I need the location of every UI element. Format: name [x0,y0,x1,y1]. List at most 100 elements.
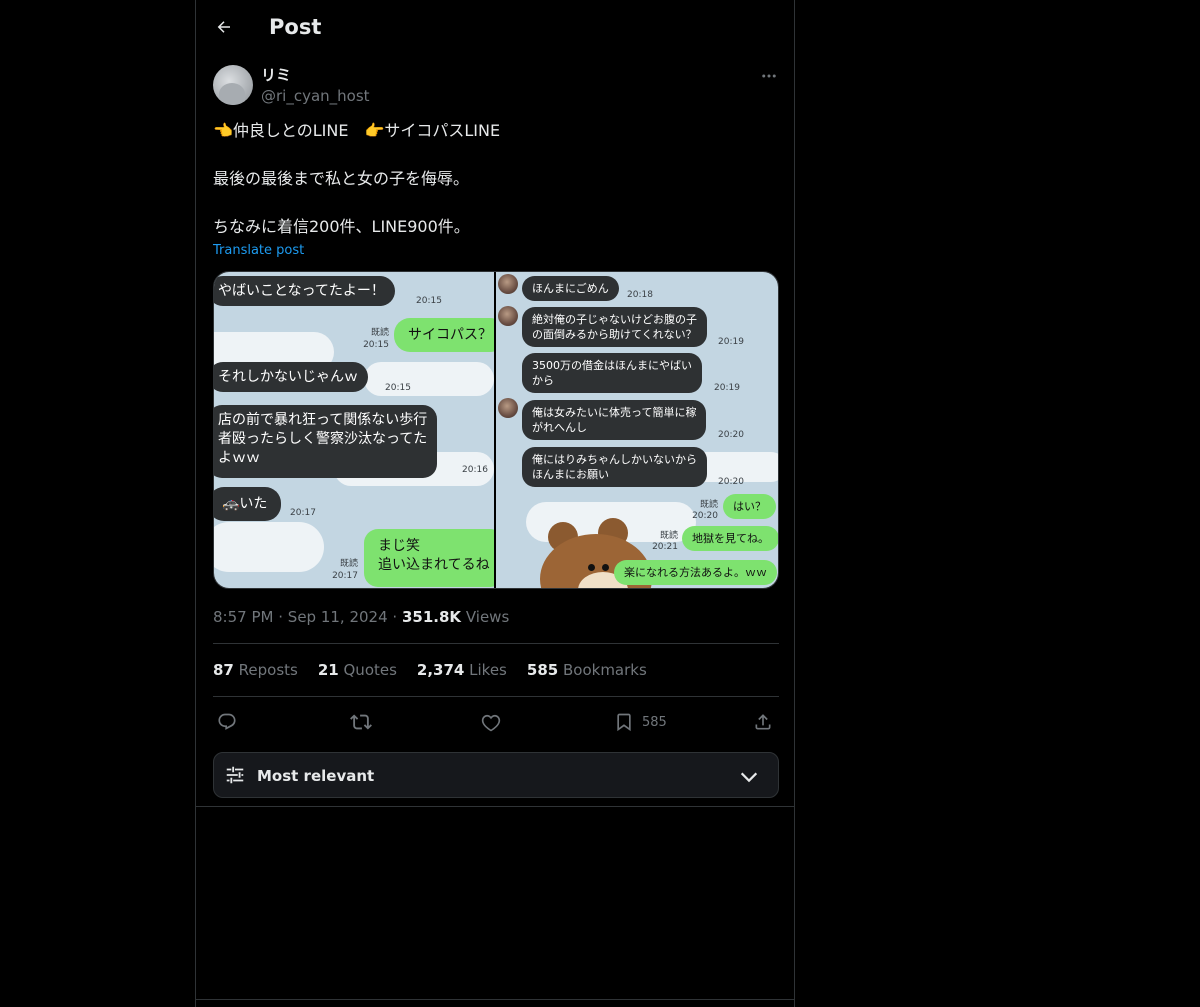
sort-label: Most relevant [257,767,375,785]
chat-bubble: それしかないじゃんｗ [214,362,368,392]
likes-stat[interactable]: 2,374 Likes [417,660,507,680]
chat-line: 3500万の借金はほんまにやばい [532,359,692,372]
likes-count: 2,374 [416,661,465,679]
quotes-label: Quotes [343,661,397,679]
chat-bubble-multiline: 絶対俺の子じゃないけどお腹の子 の面倒みるから助けてくれない？ [522,307,707,347]
arrow-left-icon [217,21,230,33]
reposts-label: Reposts [238,661,298,679]
chat-avatar [498,306,518,326]
post-meta: 8:57 PM · Sep 11, 2024 · 351.8K Views [213,607,509,627]
chat-line: 者殴ったらしく警察沙汰なってた [218,431,428,447]
views-label: Views [465,608,510,626]
avatar[interactable] [213,65,253,105]
post-actions: 585 [213,708,779,736]
bookmarks-count: 585 [526,661,559,679]
chat-time: 20:20 [718,477,744,487]
chat-read: 既読 [339,559,358,569]
chat-bubble: やばいことなってたよー！ [214,276,395,306]
chat-time: 20:17 [332,571,358,581]
divider [196,999,794,1000]
chat-bubble: 地獄を見てね。 [682,526,778,551]
chat-bubble-multiline: 店の前で暴れ狂って関係ない歩行 者殴ったらしく警察沙汰なってた よｗｗ [214,405,438,478]
chat-bubble: サイコパス？ [394,318,494,352]
sliders-icon [226,766,244,784]
chat-line: 俺は女みたいに体売って簡単に稼 [532,406,697,419]
chevron-down-icon [740,772,758,783]
chat-line: 俺にはりみちゃんしかいないから [532,453,697,466]
heart-icon [481,714,501,732]
chat-screenshot-right: ほんまにごめん 20:18 絶対俺の子じゃないけどお腹の子 の面倒みるから助けて… [496,272,778,588]
translate-post-link[interactable]: Translate post [213,242,304,260]
chat-time: 20:20 [718,430,744,440]
chat-avatar [498,398,518,418]
chat-time: 20:20 [692,511,718,521]
author-display-name[interactable]: リミ [261,65,291,85]
background-cloud [214,522,324,572]
chat-read: 既読 [699,500,718,510]
chat-time: 20:15 [363,340,389,350]
chat-line: 追い込まれてるね [378,557,490,573]
page-title: Post [269,15,322,39]
chat-bubble: ほんまにごめん [522,276,619,301]
page-header: Post [196,0,794,54]
chat-avatar [498,274,518,294]
share-icon [755,714,771,730]
author-handle[interactable]: @ri_cyan_host [261,86,370,106]
bookmark-icon [617,713,631,732]
chat-read: 既読 [659,531,678,541]
chat-line: 店の前で暴れ狂って関係ない歩行 [218,412,428,428]
divider [196,806,794,807]
primary-column: Post リミ @ri_cyan_host 👈仲良しとのLINE 👉サイコパスL… [195,0,795,1007]
divider [213,696,779,697]
like-button[interactable] [481,708,501,736]
post-date[interactable]: Sep 11, 2024 [288,608,388,626]
chat-bubble-multiline: 3500万の借金はほんまにやばい から [522,353,702,393]
back-button[interactable] [210,13,238,41]
chat-line: の面倒みるから助けてくれない？ [532,328,697,341]
chat-line: よｗｗ [218,450,260,466]
chat-line: ほんまにお願い [532,468,609,481]
bookmark-count: 585 [642,714,667,730]
share-button[interactable] [753,708,773,736]
more-options-button[interactable] [759,66,779,86]
chat-time: 20:15 [385,383,411,393]
meta-separator: · [278,608,284,626]
post-text-line: 👈仲良しとのLINE 👉サイコパスLINE [213,121,501,140]
post-stats: 87 Reposts 21 Quotes 2,374 Likes 585 Boo… [213,660,667,680]
chat-read: 既読 [370,328,389,338]
post-time[interactable]: 8:57 PM [213,608,273,626]
bookmarks-label: Bookmarks [562,661,647,679]
chat-bubble-multiline: まじ笑 追い込まれてるね [364,529,494,587]
post-text-line: 最後の最後まで私と女の子を侮辱。 [213,169,470,188]
bookmark-button[interactable]: 585 [614,708,667,736]
chat-time: 20:19 [714,383,740,393]
chat-time: 20:15 [416,296,442,306]
divider [213,643,779,644]
chat-bubble: 楽になれる方法あるよ。ｗｗ [614,560,777,585]
reposts-stat[interactable]: 87 Reposts [213,660,298,680]
chat-time: 20:19 [718,337,744,347]
meta-separator: · [392,608,398,626]
chat-line: まじ笑 [378,538,420,554]
sort-replies-dropdown[interactable]: Most relevant [213,752,779,798]
background-cloud [364,362,494,396]
chat-time: 20:17 [290,508,316,518]
chat-line: がれへんし [532,421,587,434]
chat-line: から [532,374,554,387]
quotes-count: 21 [317,661,339,679]
chat-time: 20:18 [627,290,653,300]
reply-button[interactable] [217,708,237,736]
post-media[interactable]: やばいことなってたよー！ 20:15 既読 20:15 サイコパス？ それしかな… [213,271,779,589]
chat-time: 20:16 [462,465,488,475]
chat-line: 絶対俺の子じゃないけどお腹の子 [532,313,697,326]
bookmarks-stat[interactable]: 585 Bookmarks [527,660,647,680]
chat-bubble-multiline: 俺にはりみちゃんしかいないから ほんまにお願い [522,447,707,487]
repost-button[interactable] [350,708,372,736]
more-dots-icon [762,74,776,78]
views-count: 351.8K [401,608,462,626]
likes-label: Likes [469,661,507,679]
repost-icon [350,714,372,730]
chat-bubble-multiline: 俺は女みたいに体売って簡単に稼 がれへんし [522,400,707,440]
reply-icon [218,713,236,730]
quotes-stat[interactable]: 21 Quotes [318,660,397,680]
